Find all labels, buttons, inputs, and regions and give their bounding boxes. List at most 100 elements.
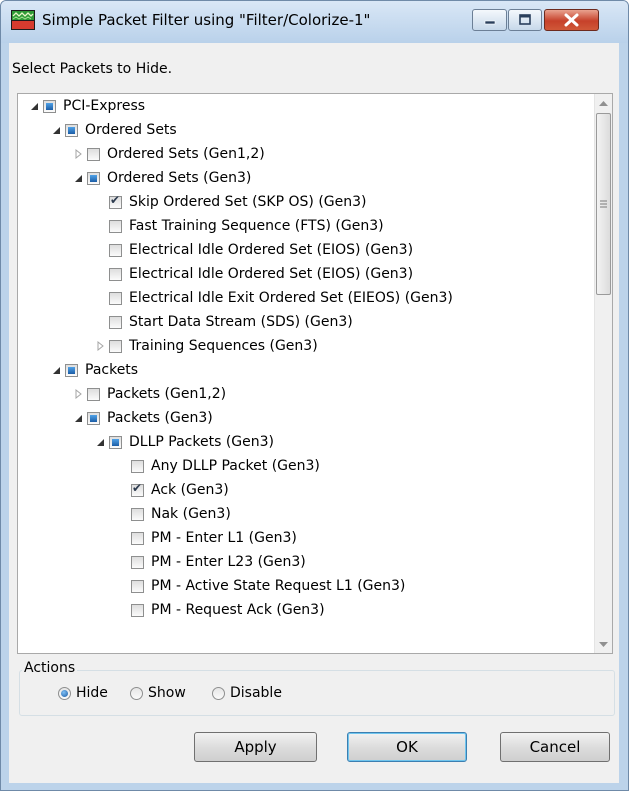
tree-node[interactable]: PM - Request Ack (Gen3) [116,598,325,622]
tree-node[interactable]: DLLP Packets (Gen3) [94,430,274,454]
radio-show[interactable]: Show [130,685,186,701]
tree-node[interactable]: PM - Active State Request L1 (Gen3) [116,574,405,598]
radio-hide[interactable]: Hide [58,685,108,701]
cancel-button[interactable]: Cancel [500,732,610,762]
tree-checkbox[interactable] [109,219,122,233]
tree-node[interactable]: Electrical Idle Exit Ordered Set (EIEOS)… [94,286,453,310]
expanded-arrow-icon[interactable] [50,364,62,376]
tree-checkbox[interactable] [109,193,122,209]
radio-disable-dot[interactable] [212,686,225,700]
tree-node-label: Ack (Gen3) [151,482,229,498]
ok-button[interactable]: OK [347,732,467,762]
tree-node[interactable]: PM - Enter L1 (Gen3) [116,526,297,550]
tree-node[interactable]: Skip Ordered Set (SKP OS) (Gen3) [94,190,367,214]
apply-button[interactable]: Apply [194,732,317,762]
tree-node-label: Fast Training Sequence (FTS) (Gen3) [129,218,384,234]
tree-node-label: Skip Ordered Set (SKP OS) (Gen3) [129,194,367,210]
radio-show-dot[interactable] [130,686,143,700]
tree-node[interactable]: Any DLLP Packet (Gen3) [116,454,320,478]
tree-checkbox[interactable] [109,339,122,353]
scroll-down-button[interactable] [595,636,612,653]
actions-groupbox: Actions Hide Show Disable [19,660,615,716]
tree-checkbox[interactable] [87,147,100,161]
tree-node[interactable]: Training Sequences (Gen3) [94,334,318,358]
collapsed-arrow-icon[interactable] [72,388,84,400]
tree-node-label: Any DLLP Packet (Gen3) [151,458,320,474]
tree-checkbox[interactable] [131,603,144,617]
tree-node[interactable]: Packets (Gen3) [72,406,213,430]
tree-checkbox[interactable] [87,387,100,401]
expanded-arrow-icon[interactable] [72,412,84,424]
scroll-up-button[interactable] [595,94,612,111]
scroll-thumb[interactable] [596,113,611,295]
vertical-scrollbar[interactable] [594,94,612,653]
radio-hide-label: Hide [76,685,108,701]
expanded-arrow-icon[interactable] [50,124,62,136]
tree-checkbox[interactable] [109,291,122,305]
tree-node[interactable]: PM - Enter L23 (Gen3) [116,550,306,574]
instruction-label: Select Packets to Hide. [12,61,173,77]
tree-checkbox[interactable] [131,579,144,593]
tree-node-label: Electrical Idle Ordered Set (EIOS) (Gen3… [129,242,414,258]
tree-node[interactable]: Ordered Sets (Gen3) [72,166,251,190]
tree-node-label: Ordered Sets (Gen3) [107,170,252,186]
close-button[interactable] [544,9,599,31]
tree-node[interactable]: Ordered Sets (Gen1,2) [72,142,265,166]
tree-checkbox[interactable] [109,243,122,257]
collapsed-arrow-icon[interactable] [72,148,84,160]
tree-checkbox[interactable] [131,531,144,545]
tree-checkbox[interactable] [131,459,144,473]
tree-node[interactable]: Ack (Gen3) [116,478,229,502]
expanded-arrow-icon[interactable] [72,172,84,184]
tree-node[interactable]: Nak (Gen3) [116,502,231,526]
close-icon [564,13,579,27]
minimize-button[interactable] [472,9,507,31]
tree-node[interactable]: Fast Training Sequence (FTS) (Gen3) [94,214,384,238]
radio-disable[interactable]: Disable [212,685,282,701]
tree-checkbox[interactable] [109,315,122,329]
tree-node[interactable]: Start Data Stream (SDS) (Gen3) [94,310,353,334]
tree-checkbox[interactable] [131,481,144,497]
tree-node[interactable]: Ordered Sets [50,118,177,142]
tree-checkbox[interactable] [131,555,144,569]
tree-node-label: PM - Active State Request L1 (Gen3) [151,578,406,594]
dialog-window: Simple Packet Filter using "Filter/Color… [0,0,629,791]
title-bar[interactable]: Simple Packet Filter using "Filter/Color… [1,1,628,43]
expanded-arrow-icon[interactable] [94,436,106,448]
tree-checkbox[interactable] [109,267,122,281]
tree-node-label: Electrical Idle Exit Ordered Set (EIEOS)… [129,290,453,306]
tree-node[interactable]: PCI-Express [28,94,145,118]
tree-node[interactable]: Packets [50,358,138,382]
scroll-up-icon [599,100,608,106]
packet-tree[interactable]: PCI-Express Ordered Sets Ordered Sets (Gen… [17,93,613,654]
radio-hide-dot[interactable] [58,686,71,700]
tree-node-label: PM - Enter L1 (Gen3) [151,530,297,546]
tree-checkbox[interactable] [109,435,122,449]
tree-node-label: Training Sequences (Gen3) [129,338,318,354]
radio-show-label: Show [148,685,186,701]
tree-checkbox[interactable] [43,99,56,113]
tree-node[interactable]: Electrical Idle Ordered Set (EIOS) (Gen3… [94,262,413,286]
collapsed-arrow-icon[interactable] [94,340,106,352]
expanded-arrow-icon[interactable] [28,100,40,112]
window-title: Simple Packet Filter using "Filter/Color… [42,11,371,29]
tree-checkbox[interactable] [131,507,144,521]
minimize-icon [484,20,496,25]
tree-checkbox[interactable] [65,123,78,137]
tree-node[interactable]: Packets (Gen1,2) [72,382,226,406]
tree-checkbox[interactable] [65,363,78,377]
dialog-content: Select Packets to Hide. PCI-Express Order… [9,43,619,783]
tree-checkbox[interactable] [87,411,100,425]
tree-node-label: PCI-Express [63,98,146,114]
tree-node-label: Packets (Gen3) [107,410,213,426]
maximize-icon [519,14,531,25]
tree-checkbox[interactable] [87,171,100,185]
tree-node[interactable]: Electrical Idle Ordered Set (EIOS) (Gen3… [94,238,413,262]
maximize-button[interactable] [508,9,542,31]
